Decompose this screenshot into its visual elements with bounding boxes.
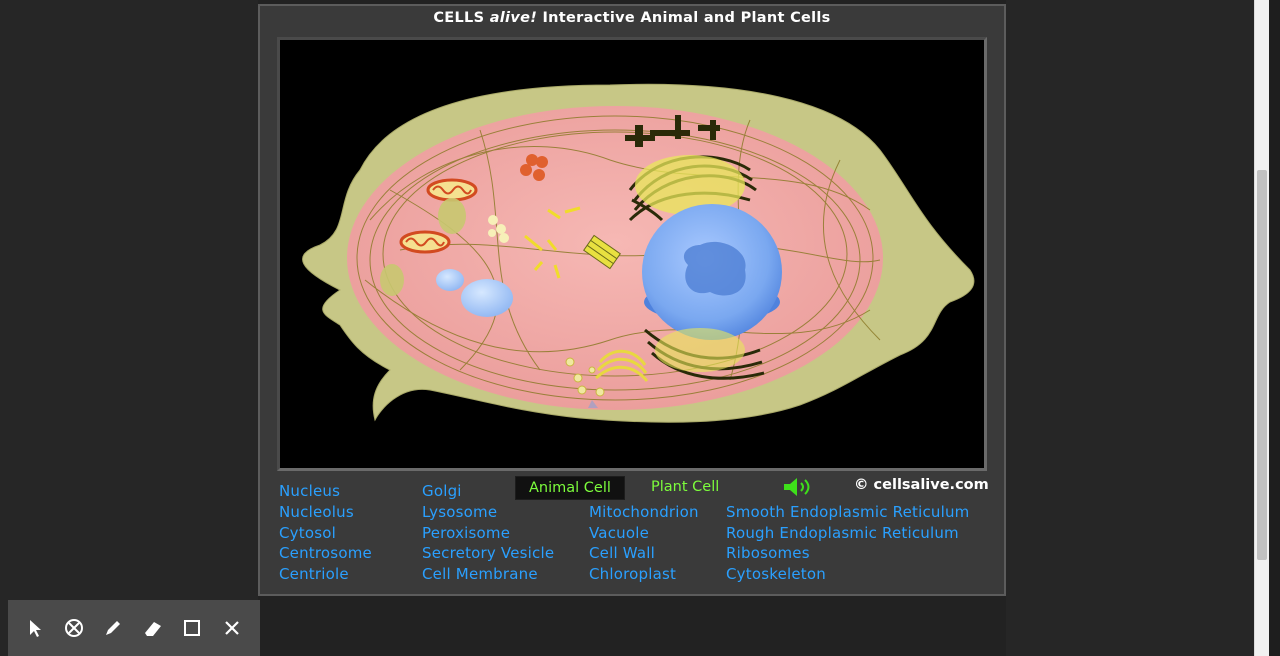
cells-alive-applet: CELLS alive! Interactive Animal and Plan… — [258, 4, 1006, 596]
link-mitochondrion[interactable]: Mitochondrion — [589, 503, 699, 521]
link-golgi[interactable]: Golgi — [422, 482, 462, 500]
link-smooth-er[interactable]: Smooth Endoplasmic Reticulum — [726, 503, 969, 521]
close-icon[interactable] — [221, 617, 243, 639]
vacuole-small — [436, 269, 464, 291]
window-edge — [1269, 0, 1280, 656]
applet-title: CELLS alive! Interactive Animal and Plan… — [433, 10, 831, 26]
mitochondrion-1 — [426, 178, 478, 202]
eraser-icon[interactable] — [142, 617, 164, 639]
vertical-scrollbar[interactable] — [1254, 0, 1269, 656]
link-ribosomes[interactable]: Ribosomes — [726, 544, 810, 562]
nucleolus — [683, 241, 746, 296]
link-rough-er[interactable]: Rough Endoplasmic Reticulum — [726, 524, 959, 542]
pen-icon[interactable] — [102, 617, 124, 639]
link-cytosol[interactable]: Cytosol — [279, 524, 336, 542]
link-centrosome[interactable]: Centrosome — [279, 544, 372, 562]
link-secretory-vesicle[interactable]: Secretory Vesicle — [422, 544, 554, 562]
plant-cell-button[interactable]: Plant Cell — [638, 476, 732, 498]
mitochondrion-2 — [399, 230, 451, 254]
animal-cell-diagram[interactable] — [280, 40, 984, 468]
smooth-er-bottom — [655, 328, 745, 372]
link-centriole[interactable]: Centriole — [279, 565, 349, 583]
page-background-left — [0, 0, 258, 656]
peroxisome — [438, 198, 466, 234]
peroxisome-2 — [380, 264, 404, 296]
speaker-icon[interactable] — [781, 476, 815, 498]
scrollbar-thumb[interactable] — [1257, 170, 1267, 560]
square-icon[interactable] — [181, 617, 203, 639]
link-cell-membrane[interactable]: Cell Membrane — [422, 565, 538, 583]
animal-cell-button[interactable]: Animal Cell — [515, 476, 625, 500]
pointer-icon[interactable] — [24, 617, 46, 639]
link-nucleus[interactable]: Nucleus — [279, 482, 340, 500]
page-background-right — [1006, 0, 1280, 656]
nucleus — [642, 204, 782, 340]
link-cell-wall[interactable]: Cell Wall — [589, 544, 655, 562]
no-entry-icon[interactable] — [63, 617, 85, 639]
vacuole-large — [461, 279, 513, 317]
cell-illustration[interactable] — [277, 37, 987, 471]
annotation-toolbar — [8, 600, 260, 656]
link-cytoskeleton[interactable]: Cytoskeleton — [726, 565, 826, 583]
link-chloroplast[interactable]: Chloroplast — [589, 565, 676, 583]
link-lysosome[interactable]: Lysosome — [422, 503, 497, 521]
link-nucleolus[interactable]: Nucleolus — [279, 503, 354, 521]
link-vacuole[interactable]: Vacuole — [589, 524, 649, 542]
link-peroxisome[interactable]: Peroxisome — [422, 524, 510, 542]
site-credit[interactable]: © cellsalive.com — [854, 477, 989, 493]
